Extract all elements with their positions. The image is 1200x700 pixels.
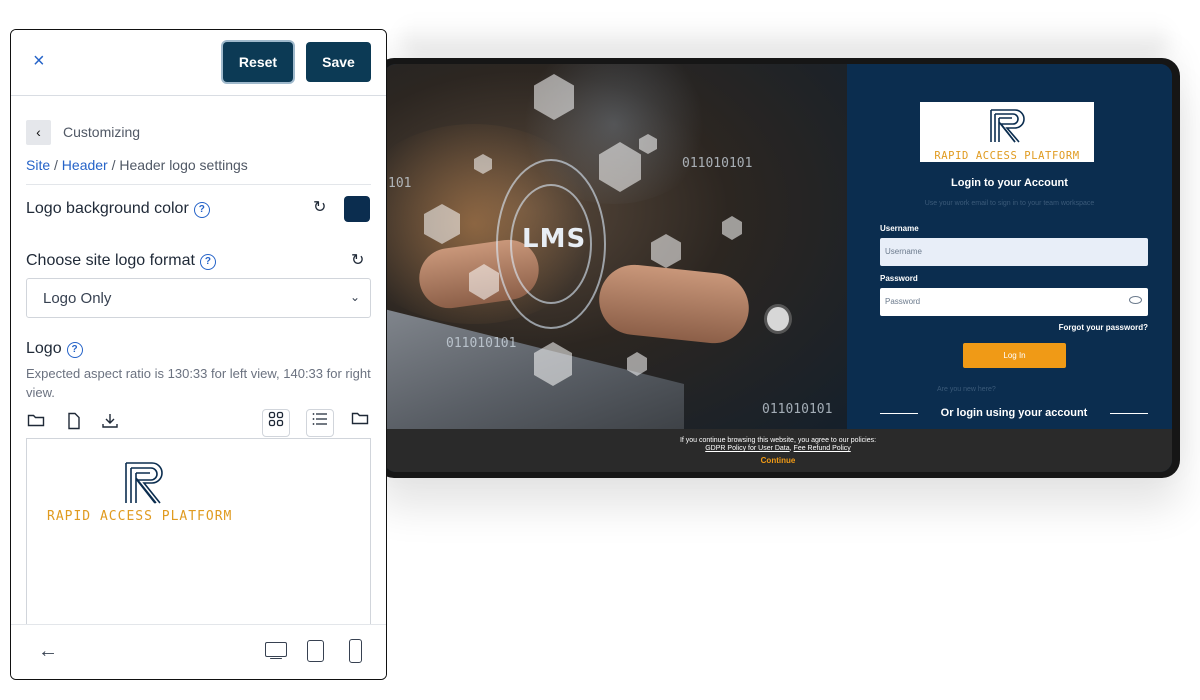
desktop-stand-icon <box>270 658 282 659</box>
hero-hex-bars <box>651 234 681 268</box>
arrow-left-icon[interactable]: ← <box>38 640 58 663</box>
grid-icon-svg <box>268 411 284 427</box>
preview-screen: LMS 011010101 011010101 011010101 101 RA… <box>384 64 1172 472</box>
new-here-text: Are you new here? <box>937 386 996 393</box>
preview-device-frame: LMS 011010101 011010101 011010101 101 RA… <box>376 58 1180 478</box>
hero-hex-small2 <box>722 216 742 240</box>
logo-bg-color-row: Logo background color? <box>26 200 210 218</box>
logo-preview-text: RAPID ACCESS PLATFORM <box>47 509 233 524</box>
cookie-continue-button[interactable]: Continue <box>384 456 1172 465</box>
folder-icon-svg <box>351 412 369 425</box>
help-icon[interactable]: ? <box>66 342 83 358</box>
username-label: Username <box>880 224 919 233</box>
breadcrumb-sep: / <box>107 157 120 173</box>
password-placeholder: Password <box>885 297 921 306</box>
help-icon[interactable]: ? <box>193 202 210 218</box>
logo-format-select[interactable]: Logo Only ⌄ <box>26 278 371 318</box>
tablet-icon[interactable] <box>307 640 324 662</box>
panel-footer: ← <box>11 624 386 679</box>
download-icon[interactable] <box>99 412 121 434</box>
file-icon[interactable] <box>63 412 85 434</box>
login-button[interactable]: Log In <box>963 343 1066 368</box>
logo-format-row: Choose site logo format? <box>26 252 216 270</box>
login-logo: RAPID ACCESS PLATFORM <box>920 102 1094 162</box>
divider <box>26 184 371 185</box>
password-label: Password <box>880 274 918 283</box>
login-title: Login to your Account <box>951 177 1068 189</box>
hero-image: LMS 011010101 011010101 011010101 101 <box>384 64 847 429</box>
grid-icon[interactable] <box>262 409 290 437</box>
close-icon[interactable]: × <box>33 51 45 71</box>
hero-watch <box>764 304 792 334</box>
stage: LMS 011010101 011010101 011010101 101 RA… <box>0 0 1200 700</box>
logo-bg-color-swatch[interactable] <box>344 196 370 222</box>
folder-icon-svg <box>27 414 45 427</box>
cookie-text: If you continue browsing this website, y… <box>679 437 877 444</box>
file-icon-svg <box>68 412 80 430</box>
cookie-links: GDPR Policy for User Data, Fee Refund Po… <box>384 445 1172 452</box>
section-title: Customizing <box>63 124 141 140</box>
username-field[interactable]: Username <box>880 238 1148 266</box>
or-login-divider: Or login using your account <box>880 407 1148 419</box>
reset-button[interactable]: Reset <box>223 42 293 82</box>
chevron-down-icon: ⌄ <box>349 290 360 304</box>
logo-format-value: Logo Only <box>43 290 112 307</box>
hero-binary-1: 011010101 <box>682 156 753 171</box>
list-icon[interactable] <box>306 409 334 437</box>
folder-icon[interactable] <box>349 410 371 432</box>
breadcrumb-sep: / <box>50 157 62 173</box>
login-panel: RAPID ACCESS PLATFORM Login to your Acco… <box>847 64 1172 429</box>
password-field[interactable]: Password <box>880 288 1148 316</box>
cookie-bar: If you continue browsing this website, y… <box>384 429 1172 472</box>
logo-aspect-hint: Expected aspect ratio is 130:33 for left… <box>26 366 371 400</box>
logo-preview-mark <box>125 462 163 504</box>
logo-format-label: Choose site logo format <box>26 252 195 269</box>
hero-hand-right <box>595 261 753 347</box>
chevron-left-icon[interactable]: ‹ <box>26 120 51 145</box>
help-icon[interactable]: ? <box>199 254 216 270</box>
logo-label: Logo <box>26 340 62 357</box>
hero-binary-4: 101 <box>388 176 412 191</box>
hero-binary-3: 011010101 <box>762 402 833 417</box>
panel-topbar: × Reset Save <box>11 30 386 96</box>
folder-icon[interactable] <box>25 412 47 434</box>
list-icon-svg <box>312 413 327 425</box>
breadcrumb: Site / Header / Header logo settings <box>26 157 248 173</box>
logo-bg-color-label: Logo background color <box>26 200 189 217</box>
download-icon-svg <box>102 414 118 428</box>
device-shadow <box>400 18 1170 58</box>
login-subtitle: Use your work email to sign in to your t… <box>924 200 1095 207</box>
login-logo-mark: RAPID ACCESS PLATFORM <box>934 109 1079 162</box>
refresh-icon[interactable]: ↻ <box>313 200 329 216</box>
mobile-icon[interactable] <box>349 639 362 663</box>
eye-icon[interactable] <box>1129 296 1142 304</box>
save-button[interactable]: Save <box>306 42 371 82</box>
breadcrumb-site[interactable]: Site <box>26 157 50 173</box>
refresh-icon[interactable]: ↻ <box>351 253 367 269</box>
breadcrumb-header[interactable]: Header <box>62 157 108 173</box>
breadcrumb-current: Header logo settings <box>119 157 248 173</box>
logo-row: Logo? <box>26 340 83 358</box>
hero-binary-2: 011010101 <box>446 336 517 351</box>
forgot-password-link[interactable]: Forgot your password? <box>1059 323 1148 332</box>
gdpr-link[interactable]: GDPR Policy for User Data <box>705 445 789 452</box>
logo-preview[interactable]: RAPID ACCESS PLATFORM <box>26 438 371 638</box>
desktop-icon[interactable] <box>265 642 287 657</box>
login-logo-text: RAPID ACCESS PLATFORM <box>934 150 1079 162</box>
refund-link[interactable]: Fee Refund Policy <box>794 445 851 452</box>
hero-lms-text: LMS <box>522 224 587 254</box>
customizer-panel: × Reset Save ‹ Customizing Site / Header… <box>10 29 387 680</box>
